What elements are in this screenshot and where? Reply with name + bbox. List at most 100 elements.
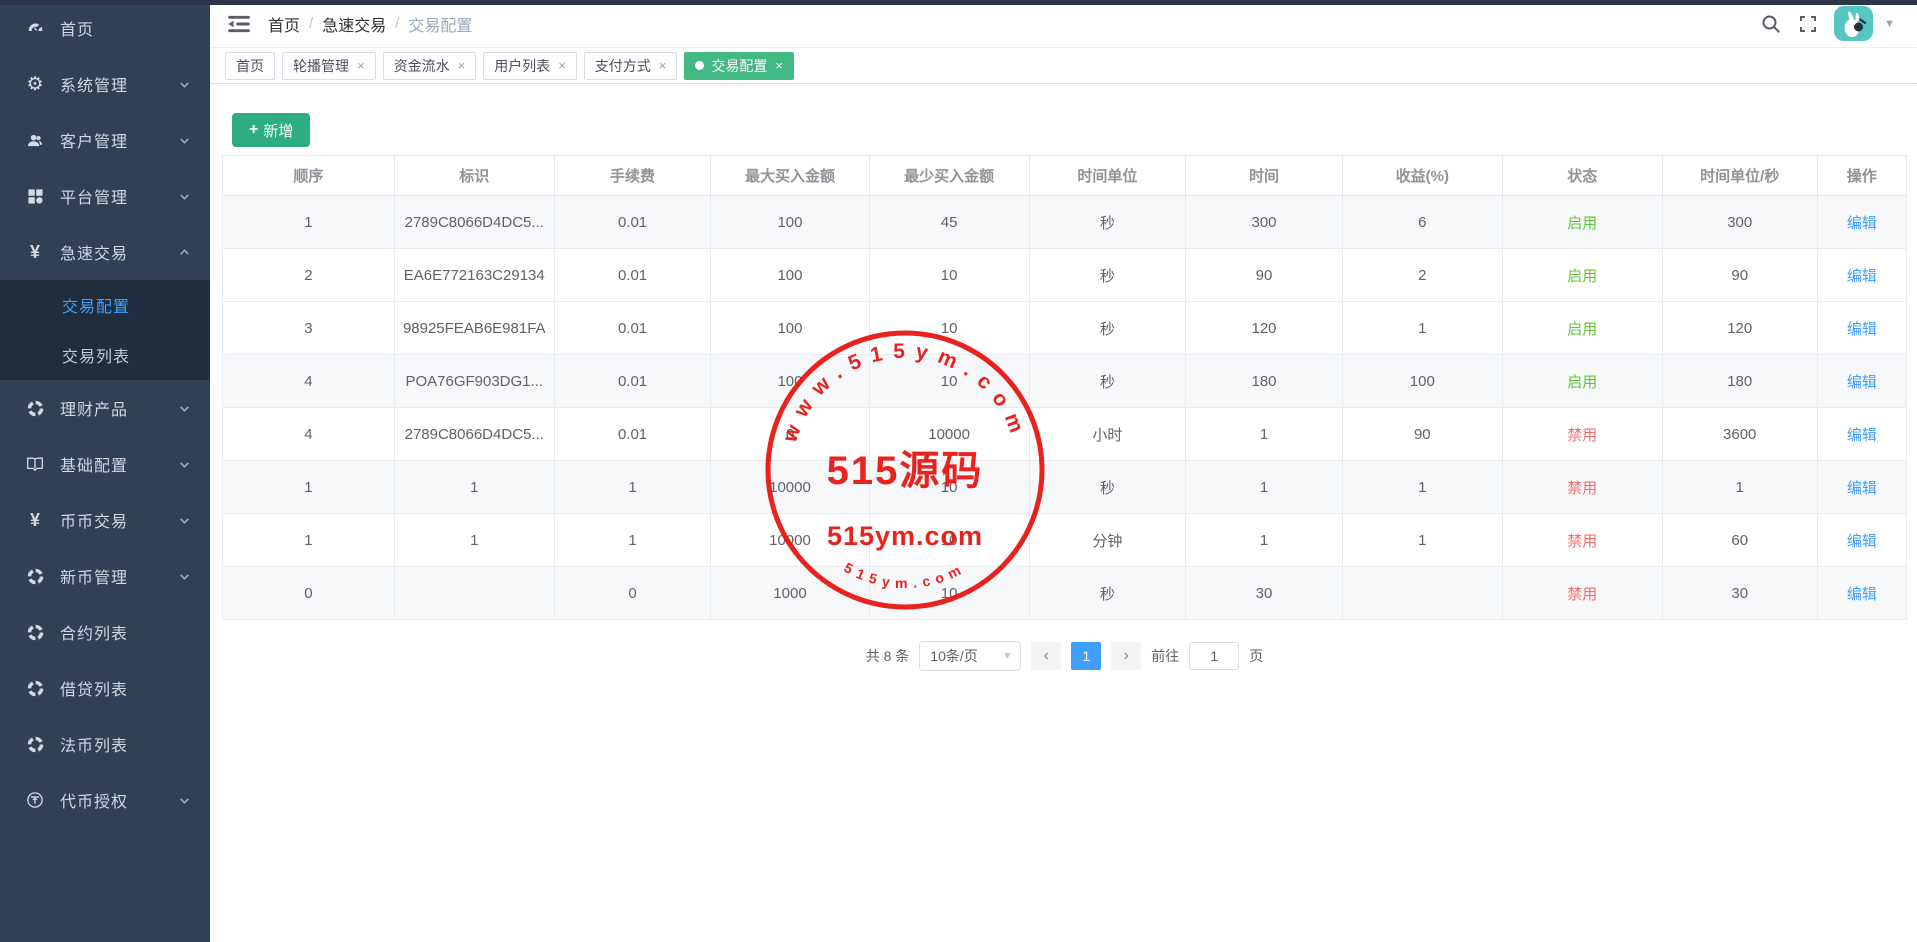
sidebar-item-home[interactable]: 首页 bbox=[0, 0, 210, 56]
fullscreen-icon[interactable] bbox=[1797, 13, 1819, 35]
column-header: 手续费 bbox=[554, 156, 711, 196]
edit-link[interactable]: 编辑 bbox=[1847, 215, 1877, 232]
table-cell: 1 bbox=[394, 461, 554, 514]
chevron-down-icon bbox=[178, 794, 192, 807]
table-cell: 0 bbox=[554, 567, 711, 620]
table-cell: 300 bbox=[1662, 196, 1817, 249]
next-page-button[interactable]: › bbox=[1111, 642, 1141, 670]
close-icon[interactable]: × bbox=[357, 59, 365, 72]
ring-icon bbox=[24, 568, 46, 585]
sidebar-item-rapid-trade[interactable]: ¥急速交易 bbox=[0, 224, 210, 280]
status-badge: 禁用 bbox=[1567, 586, 1597, 603]
page-number-1[interactable]: 1 bbox=[1071, 642, 1101, 670]
sidebar-item-fiat-list[interactable]: 法币列表 bbox=[0, 716, 210, 772]
edit-link[interactable]: 编辑 bbox=[1847, 321, 1877, 338]
tag-carousel[interactable]: 轮播管理 × bbox=[282, 52, 376, 80]
action-cell: 编辑 bbox=[1817, 514, 1906, 567]
submenu-rapid-trade: 交易配置交易列表 bbox=[0, 280, 210, 380]
sidebar-item-label: 新币管理 bbox=[60, 564, 178, 588]
status-badge: 启用 bbox=[1567, 321, 1597, 338]
status-cell: 启用 bbox=[1502, 355, 1662, 408]
grid-icon bbox=[24, 188, 46, 205]
sidebar-item-loan-list[interactable]: 借贷列表 bbox=[0, 660, 210, 716]
plus-icon: + bbox=[249, 121, 258, 139]
main-area: 首页 / 急速交易 / 交易配置 bbox=[210, 0, 1917, 942]
sidebar-menu: 首页⚙系统管理客户管理平台管理¥急速交易交易配置交易列表理财产品基础配置¥币币交… bbox=[0, 0, 210, 828]
sidebar-item-new-coin-management[interactable]: 新币管理 bbox=[0, 548, 210, 604]
table-cell: 90 bbox=[1186, 249, 1343, 302]
tag-payment-method[interactable]: 支付方式× bbox=[584, 52, 678, 80]
close-icon[interactable]: × bbox=[775, 59, 783, 72]
tag-label: 用户列表 bbox=[494, 56, 550, 76]
sidebar-item-contract-list[interactable]: 合约列表 bbox=[0, 604, 210, 660]
table-cell: 秒 bbox=[1029, 567, 1186, 620]
edit-link[interactable]: 编辑 bbox=[1847, 586, 1877, 603]
table-cell: 0.01 bbox=[554, 302, 711, 355]
tag-label: 交易配置 bbox=[711, 56, 767, 76]
chevron-down-icon bbox=[178, 514, 192, 527]
goto-page-input[interactable] bbox=[1189, 642, 1239, 670]
sidebar-item-token-auth[interactable]: 代币授权 bbox=[0, 772, 210, 828]
tag-home[interactable]: 首页 bbox=[225, 52, 275, 80]
table-cell: 0.01 bbox=[554, 249, 711, 302]
prev-page-button[interactable]: ‹ bbox=[1031, 642, 1061, 670]
edit-link[interactable]: 编辑 bbox=[1847, 427, 1877, 444]
sidebar-item-customer-management[interactable]: 客户管理 bbox=[0, 112, 210, 168]
tag-trade-config[interactable]: 交易配置 × bbox=[684, 52, 794, 80]
status-badge: 禁用 bbox=[1567, 533, 1597, 550]
edit-link[interactable]: 编辑 bbox=[1847, 533, 1877, 550]
close-icon[interactable]: × bbox=[558, 59, 566, 72]
sidebar-item-basic-config[interactable]: 基础配置 bbox=[0, 436, 210, 492]
table-cell: 6 bbox=[1342, 196, 1502, 249]
book-icon bbox=[24, 456, 46, 472]
status-cell: 启用 bbox=[1502, 302, 1662, 355]
caret-down-icon[interactable]: ▼ bbox=[1884, 18, 1895, 30]
status-badge: 启用 bbox=[1567, 268, 1597, 285]
chevron-down-icon bbox=[178, 134, 192, 147]
table-cell: 3600 bbox=[1662, 408, 1817, 461]
tags-view: 首页轮播管理×资金流水×用户列表×支付方式×交易配置× bbox=[210, 48, 1917, 84]
table-cell: 120 bbox=[1186, 302, 1343, 355]
sidebar-item-label: 基础配置 bbox=[60, 452, 178, 476]
close-icon[interactable]: × bbox=[659, 59, 667, 72]
tag-funds-flow[interactable]: 资金流水× bbox=[383, 52, 477, 80]
table-cell: 0 bbox=[223, 567, 395, 620]
sidebar-item-coin-trade[interactable]: ¥币币交易 bbox=[0, 492, 210, 548]
sidebar-item-wealth-products[interactable]: 理财产品 bbox=[0, 380, 210, 436]
sidebar-subitem-trade-config[interactable]: 交易配置 bbox=[0, 280, 210, 330]
table-row: 12789C8066D4DC5...0.0110045秒3006启用300编辑 bbox=[223, 196, 1907, 249]
search-icon[interactable] bbox=[1760, 13, 1782, 35]
table-cell: 4 bbox=[223, 355, 395, 408]
column-header: 时间单位 bbox=[1029, 156, 1186, 196]
page-size-select[interactable]: 10条/页 ▼ bbox=[919, 641, 1021, 671]
tag-user-list[interactable]: 用户列表 × bbox=[483, 52, 577, 80]
sidebar-item-system-management[interactable]: ⚙系统管理 bbox=[0, 56, 210, 112]
tag-label: 轮播管理 bbox=[293, 56, 349, 76]
app-window: 首页⚙系统管理客户管理平台管理¥急速交易交易配置交易列表理财产品基础配置¥币币交… bbox=[0, 0, 1917, 942]
status-cell: 禁用 bbox=[1502, 567, 1662, 620]
add-button[interactable]: + 新增 bbox=[232, 113, 310, 147]
status-cell: 禁用 bbox=[1502, 408, 1662, 461]
table-cell: 60 bbox=[1662, 514, 1817, 567]
table-row: 4POA76GF903DG1...0.0110010秒180100启用180编辑 bbox=[223, 355, 1907, 408]
table-cell: 30 bbox=[1186, 567, 1343, 620]
yen-icon: ¥ bbox=[24, 243, 46, 261]
breadcrumb-separator: / bbox=[395, 15, 399, 32]
edit-link[interactable]: 编辑 bbox=[1847, 268, 1877, 285]
table-header-row: 顺序标识手续费最大买入金额最少买入金额时间单位时间收益(%)状态时间单位/秒操作 bbox=[223, 156, 1907, 196]
sidebar-item-label: 理财产品 bbox=[60, 396, 178, 420]
goto-unit: 页 bbox=[1249, 646, 1263, 666]
hamburger-icon[interactable] bbox=[228, 14, 250, 34]
breadcrumb-item-rapid-trade[interactable]: 急速交易 bbox=[322, 12, 386, 36]
sidebar-subitem-trade-list[interactable]: 交易列表 bbox=[0, 330, 210, 380]
sidebar-item-label: 币币交易 bbox=[60, 508, 178, 532]
column-header: 最少买入金额 bbox=[869, 156, 1029, 196]
close-icon[interactable]: × bbox=[458, 59, 466, 72]
edit-link[interactable]: 编辑 bbox=[1847, 480, 1877, 497]
avatar[interactable] bbox=[1834, 6, 1873, 41]
edit-link[interactable]: 编辑 bbox=[1847, 374, 1877, 391]
table-row: 1111000010秒11禁用1编辑 bbox=[223, 461, 1907, 514]
breadcrumb-item-home[interactable]: 首页 bbox=[268, 12, 300, 36]
breadcrumb: 首页 / 急速交易 / 交易配置 bbox=[268, 12, 472, 36]
sidebar-item-platform-management[interactable]: 平台管理 bbox=[0, 168, 210, 224]
